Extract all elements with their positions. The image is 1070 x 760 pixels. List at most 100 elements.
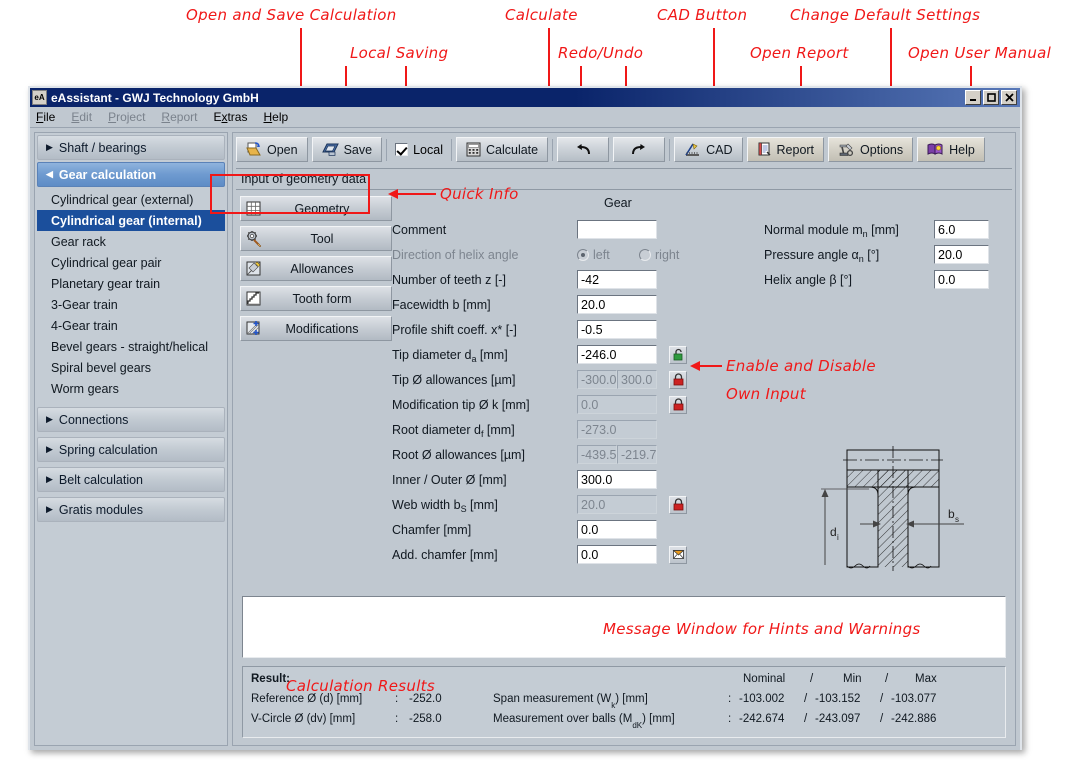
- tab-modifications[interactable]: Modifications: [240, 316, 392, 341]
- annotation-arrow-lock: [690, 361, 700, 371]
- input-web-width[interactable]: 20.0: [577, 495, 657, 514]
- sidebar: ▶ Shaft / bearings ◀ Gear calculation Cy…: [34, 132, 228, 746]
- label-normal-module: Normal module mn [mm]: [764, 223, 934, 237]
- sidebar-group-label: Connections: [59, 413, 129, 427]
- sidebar-group-shaft-bearings[interactable]: ▶ Shaft / bearings: [37, 135, 225, 160]
- sidebar-group-belt-calculation[interactable]: ▶ Belt calculation: [37, 467, 225, 492]
- maximize-button[interactable]: [983, 90, 999, 105]
- sidebar-item-label: Cylindrical gear (internal): [51, 214, 202, 228]
- sidebar-item-worm-gears[interactable]: Worm gears: [37, 378, 225, 399]
- input-tip-diameter[interactable]: -246.0: [577, 345, 657, 364]
- envelope-button-add-chamfer[interactable]: [669, 546, 687, 564]
- sidebar-group-gratis-modules[interactable]: ▶ Gratis modules: [37, 497, 225, 522]
- menu-extras[interactable]: Extras: [213, 110, 247, 124]
- lock-open-icon: [672, 348, 685, 361]
- results-label-measurement-over-balls: Measurement over balls (MdK) [mm]: [493, 713, 675, 727]
- tab-label: Tooth form: [263, 292, 391, 306]
- open-button[interactable]: Open: [236, 137, 308, 162]
- sidebar-group-connections[interactable]: ▶ Connections: [37, 407, 225, 432]
- menu-edit[interactable]: Edit: [71, 110, 92, 124]
- sidebar-item-gear-rack[interactable]: Gear rack: [37, 231, 225, 252]
- local-checkbox[interactable]: Local: [395, 143, 443, 157]
- sidebar-item-label: Spiral bevel gears: [51, 361, 151, 375]
- tooth-form-icon: [245, 290, 263, 307]
- menu-help[interactable]: Help: [263, 110, 288, 124]
- sidebar-item-cylindrical-gear-external[interactable]: Cylindrical gear (external): [37, 189, 225, 210]
- results-header-sep2: /: [885, 673, 888, 685]
- lock-closed-button-web-width[interactable]: [669, 496, 687, 514]
- label-number-of-teeth: Number of teeth z [-]: [392, 273, 577, 287]
- sidebar-item-bevel-gears[interactable]: Bevel gears - straight/helical: [37, 336, 225, 357]
- cad-drafting-icon: [684, 142, 701, 157]
- chevron-right-icon: ▶: [46, 414, 53, 425]
- annotation-calculate: Calculate: [505, 6, 578, 24]
- label-modification-tip: Modification tip Ø k [mm]: [392, 398, 577, 412]
- sidebar-item-label: Worm gears: [51, 382, 119, 396]
- results-label-v-circle-diameter: V-Circle Ø (dv) [mm]: [251, 713, 355, 725]
- report-button[interactable]: Report: [747, 137, 825, 162]
- toolbar-separator: [451, 139, 452, 161]
- input-inner-outer-diameter[interactable]: 300.0: [577, 470, 657, 489]
- undo-button[interactable]: [557, 137, 609, 162]
- sidebar-group-label: Shaft / bearings: [59, 141, 147, 155]
- lock-open-button-tip-diameter[interactable]: [669, 346, 687, 364]
- tab-tooth-form[interactable]: Tooth form: [240, 286, 392, 311]
- tab-allowances[interactable]: Allowances: [240, 256, 392, 281]
- menu-file[interactable]: File: [36, 110, 55, 124]
- annotation-open-report: Open Report: [750, 44, 849, 62]
- lock-closed-button-modification-tip[interactable]: [669, 396, 687, 414]
- close-button[interactable]: [1001, 90, 1017, 105]
- lock-closed-button-tip-allowances[interactable]: [669, 371, 687, 389]
- input-tip-allowance-upper[interactable]: 300.0: [617, 370, 657, 389]
- input-comment[interactable]: [577, 220, 657, 239]
- input-number-of-teeth[interactable]: -42: [577, 270, 657, 289]
- cad-button[interactable]: CAD: [674, 137, 742, 162]
- input-profile-shift-coeff[interactable]: -0.5: [577, 320, 657, 339]
- sidebar-item-spiral-bevel-gears[interactable]: Spiral bevel gears: [37, 357, 225, 378]
- calculate-button[interactable]: Calculate: [456, 137, 548, 162]
- label-tip-diameter: Tip diameter da [mm]: [392, 348, 577, 362]
- checkbox-checked-icon: [395, 143, 408, 156]
- save-button[interactable]: Save: [312, 137, 383, 162]
- options-button[interactable]: Options: [828, 137, 913, 162]
- sidebar-group-gear-calculation[interactable]: ◀ Gear calculation: [37, 162, 225, 187]
- window-title: eAssistant - GWJ Technology GmbH: [51, 91, 965, 105]
- input-tip-allowance-lower[interactable]: -300.0: [577, 370, 617, 389]
- results-header-sep1: /: [810, 673, 813, 685]
- input-facewidth[interactable]: 20.0: [577, 295, 657, 314]
- menu-project[interactable]: Project: [108, 110, 145, 124]
- tools-options-icon: [838, 142, 855, 157]
- redo-button[interactable]: [613, 137, 665, 162]
- input-add-chamfer[interactable]: 0.0: [577, 545, 657, 564]
- sidebar-group-label: Spring calculation: [59, 443, 158, 457]
- input-helix-angle[interactable]: 0.0: [934, 270, 989, 289]
- sidebar-group-spring-calculation[interactable]: ▶ Spring calculation: [37, 437, 225, 462]
- input-chamfer[interactable]: 0.0: [577, 520, 657, 539]
- input-modification-tip[interactable]: 0.0: [577, 395, 657, 414]
- radio-unselected-icon: [639, 249, 651, 261]
- results-colon-2: :: [395, 713, 398, 725]
- sidebar-group-label: Gear calculation: [59, 168, 156, 182]
- input-pressure-angle[interactable]: 20.0: [934, 245, 989, 264]
- menu-report[interactable]: Report: [161, 110, 197, 124]
- tab-tool[interactable]: Tool: [240, 226, 392, 251]
- sidebar-item-label: Cylindrical gear pair: [51, 256, 161, 270]
- radio-helix-right[interactable]: right: [639, 248, 679, 262]
- input-root-allowance-upper[interactable]: -219.7: [617, 445, 657, 464]
- sidebar-item-cylindrical-gear-pair[interactable]: Cylindrical gear pair: [37, 252, 225, 273]
- radio-helix-left[interactable]: left: [577, 248, 639, 262]
- minimize-button[interactable]: [965, 90, 981, 105]
- envelope-icon: [672, 548, 685, 561]
- help-button[interactable]: Help: [917, 137, 985, 162]
- sidebar-item-cylindrical-gear-internal[interactable]: Cylindrical gear (internal): [37, 210, 225, 231]
- gear-tool-icon: [245, 230, 263, 247]
- annotation-line-lock: [700, 365, 722, 367]
- sidebar-item-3-gear-train[interactable]: 3-Gear train: [37, 294, 225, 315]
- sidebar-item-4-gear-train[interactable]: 4-Gear train: [37, 315, 225, 336]
- sidebar-item-planetary-gear-train[interactable]: Planetary gear train: [37, 273, 225, 294]
- input-root-allowance-lower[interactable]: -439.5: [577, 445, 617, 464]
- label-add-chamfer: Add. chamfer [mm]: [392, 548, 577, 562]
- report-document-icon: [757, 142, 772, 157]
- input-root-diameter[interactable]: -273.0: [577, 420, 657, 439]
- input-normal-module[interactable]: 6.0: [934, 220, 989, 239]
